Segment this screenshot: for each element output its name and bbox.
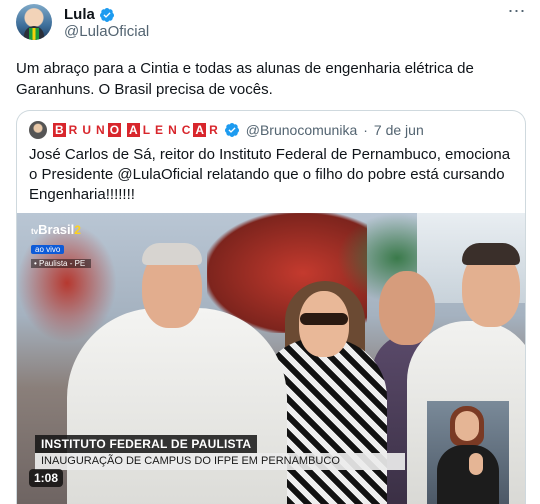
signer-head xyxy=(455,411,479,441)
caption-title: INSTITUTO FEDERAL DE PAULISTA xyxy=(35,435,258,453)
live-badge: ao vivo xyxy=(31,245,65,254)
name-letter: A xyxy=(193,123,207,137)
person-figure xyxy=(67,308,287,504)
name-letter: A xyxy=(127,123,140,137)
name-gap xyxy=(122,123,126,137)
name-letter: N xyxy=(168,123,177,137)
sunglasses xyxy=(300,313,348,325)
person-hair xyxy=(142,243,202,265)
verified-badge-icon xyxy=(224,123,239,137)
name-letter: U xyxy=(82,123,92,137)
name-letter: R xyxy=(209,123,218,137)
quoted-author-handle[interactable]: @Brunocomunika xyxy=(246,122,358,138)
signer-hand xyxy=(469,453,483,475)
video-duration: 1:08 xyxy=(29,469,64,487)
name-letter: B xyxy=(53,123,66,137)
channel-number: 2 xyxy=(74,223,81,237)
name-letter: R xyxy=(68,123,78,137)
person-head xyxy=(379,271,435,345)
name-letter: L xyxy=(142,123,151,137)
tweet[interactable]: Lula @LulaOficial ⋯ Um abraço para a Cin… xyxy=(0,0,540,504)
quoted-date[interactable]: 7 de jun xyxy=(374,122,424,138)
quoted-tweet-header: B R U N O A L E N C A R @Brunocomunika ·… xyxy=(29,121,424,139)
tweet-text: Um abraço para a Cintia e todas as aluna… xyxy=(16,60,474,98)
more-options-icon[interactable]: ⋯ xyxy=(505,2,529,22)
name-letter: E xyxy=(155,123,164,137)
separator-dot: · xyxy=(363,122,368,138)
name-letter: C xyxy=(181,123,191,137)
author-name[interactable]: Lula xyxy=(64,6,95,23)
quoted-tweet-text: José Carlos de Sá, reitor do Instituto F… xyxy=(29,146,511,203)
caption-subtitle: INAUGURAÇÃO DE CAMPUS DO IFPE EM PERNAMB… xyxy=(35,453,405,470)
author-name-row: Lula xyxy=(64,6,115,23)
quoted-author-name: B R U N O A L E N C A R xyxy=(53,123,220,137)
person-hair xyxy=(462,243,520,265)
channel-logo: tvBrasil2 ao vivo • Paulista - PE xyxy=(31,221,101,268)
name-letter: O xyxy=(107,123,122,137)
author-handle[interactable]: @LulaOficial xyxy=(64,23,149,40)
verified-badge-icon xyxy=(99,7,114,22)
signer-body xyxy=(437,445,499,504)
channel-name: Brasil xyxy=(38,222,75,237)
name-letter: N xyxy=(96,123,105,137)
author-avatar[interactable] xyxy=(16,4,52,40)
quoted-tweet[interactable]: B R U N O A L E N C A R @Brunocomunika ·… xyxy=(16,110,526,504)
video-player[interactable]: tvBrasil2 ao vivo • Paulista - PE INSTIT… xyxy=(17,213,525,504)
quoted-author-avatar xyxy=(29,121,47,139)
location-label: • Paulista - PE xyxy=(31,259,91,268)
